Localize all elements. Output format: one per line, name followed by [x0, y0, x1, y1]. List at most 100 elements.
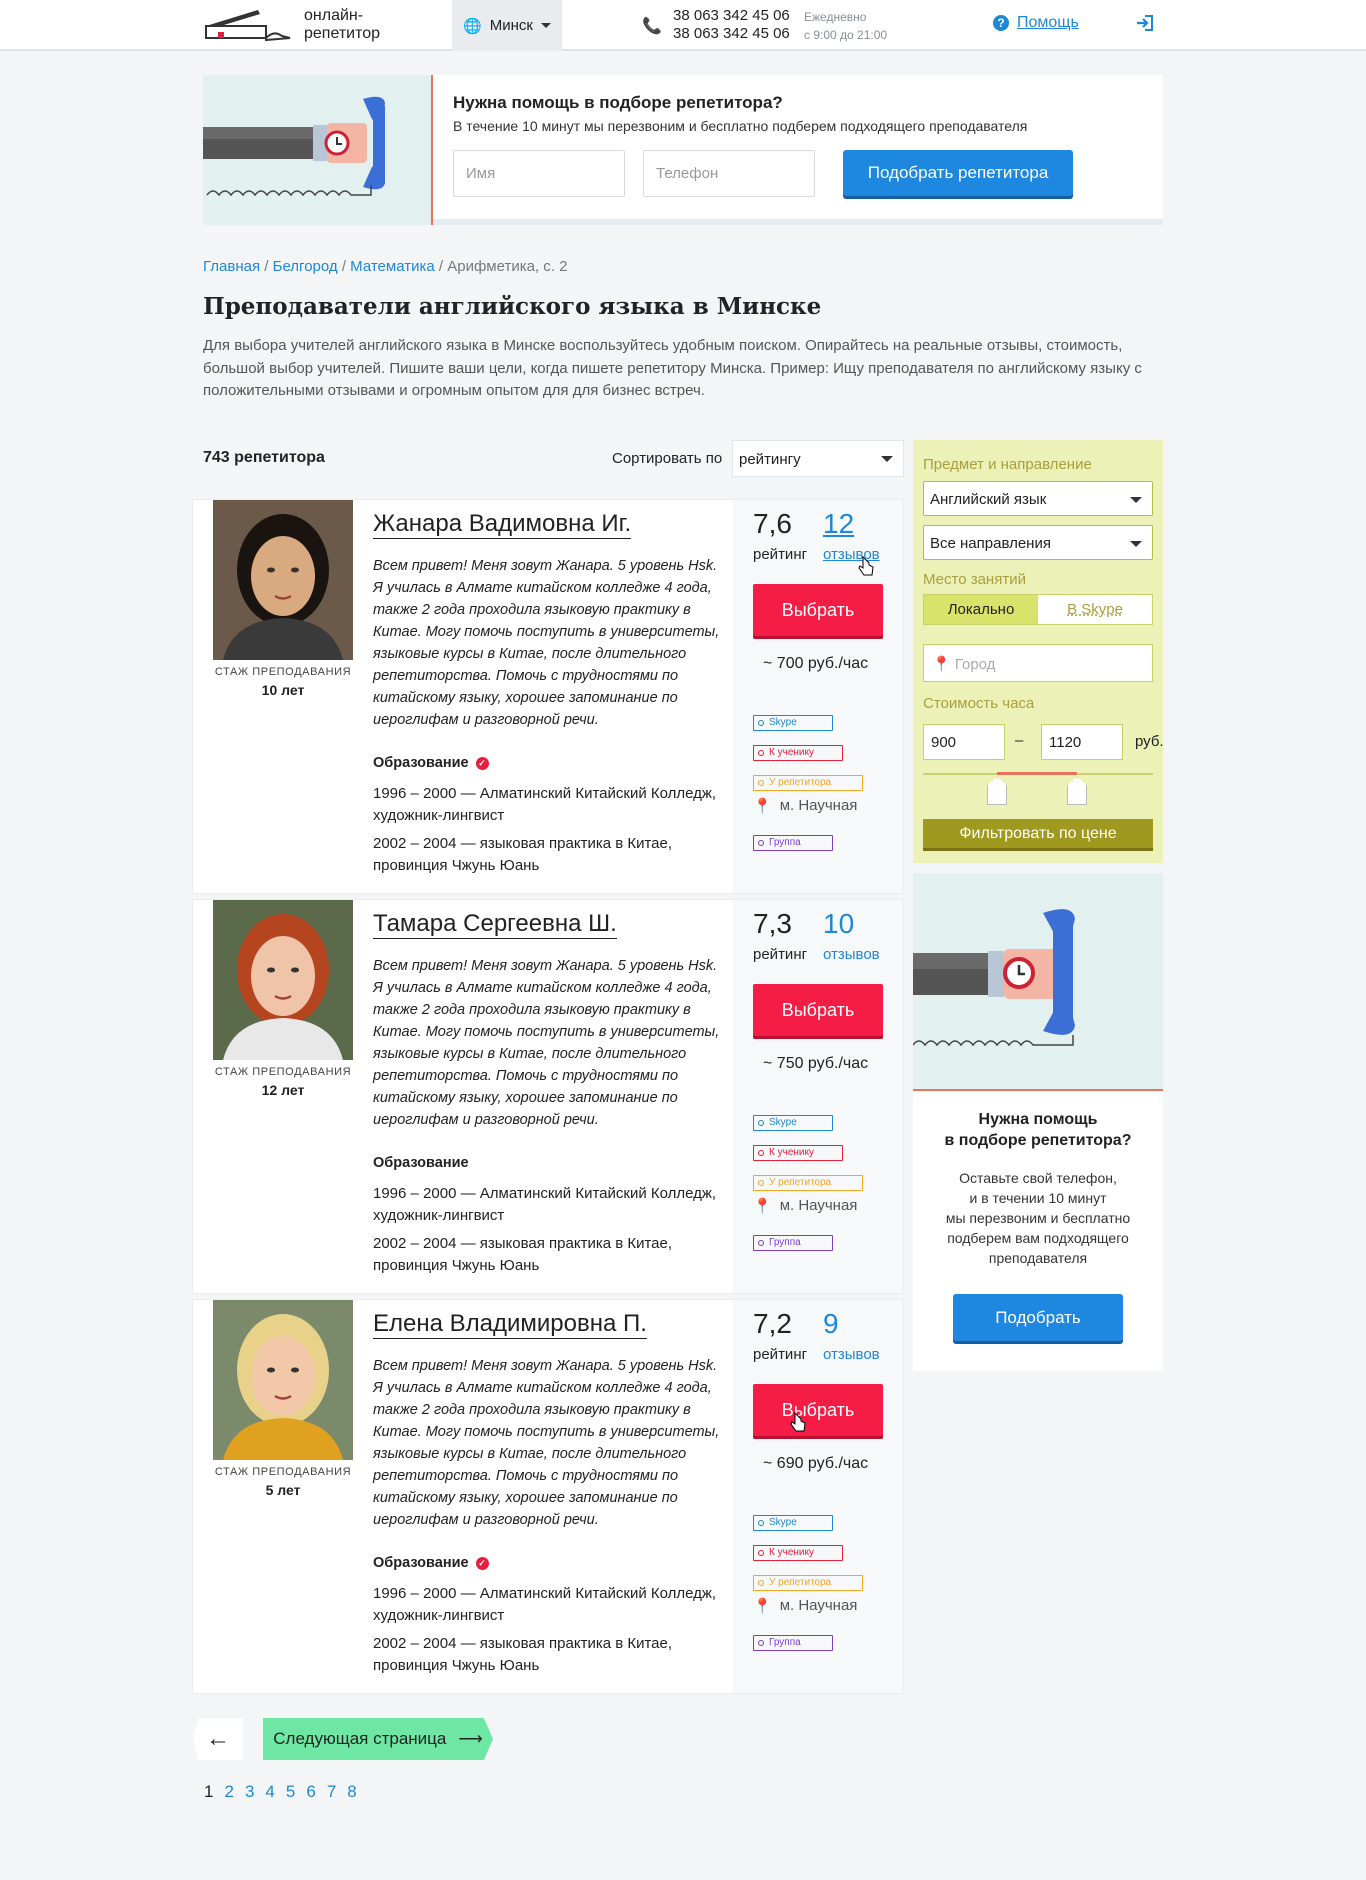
education-heading: Образование ✓ [373, 1555, 489, 1571]
tutor-card: СТАЖ ПРЕПОДАВАНИЯ 12 лет Тамара Сергеевн… [192, 899, 904, 1294]
city-selector[interactable]: 🌐 Минск [452, 0, 562, 51]
experience-label: СТАЖ ПРЕПОДАВАНИЯ [214, 666, 352, 678]
promo-callback-banner: Нужна помощь в подборе репетитора? В теч… [203, 75, 1163, 225]
education-heading: Образование [373, 1155, 469, 1171]
next-page-button[interactable]: Следующая страница ⟶ [263, 1718, 493, 1760]
phone-numbers[interactable]: 38 063 342 45 06 38 063 342 45 06 [673, 7, 790, 43]
tag-to-student: К ученику [753, 1145, 843, 1161]
sort-select[interactable]: рейтингу [732, 440, 904, 477]
choose-tutor-button[interactable]: Выбрать [753, 584, 883, 636]
tutor-name-link[interactable]: Елена Владимировна П. [373, 1310, 647, 1339]
page-title: Преподаватели английского языка в Минске [203, 293, 822, 320]
tag-skype: Skype [753, 715, 833, 731]
price-slider-handle-max[interactable] [1067, 777, 1087, 805]
phone-number[interactable]: 38 063 342 45 06 [673, 7, 790, 25]
price-from-input[interactable]: 900 [923, 724, 1005, 760]
top-header: онлайн- репетитор 🌐 Минск 📞 38 063 342 4… [0, 0, 1366, 51]
sort-label: Сортировать по [612, 450, 723, 467]
page-link[interactable]: 3 [245, 1782, 254, 1802]
tutor-card: СТАЖ ПРЕПОДАВАНИЯ 5 лет Елена Владимиров… [192, 1299, 904, 1694]
direction-value: Все направления [930, 535, 1051, 552]
place-local-option[interactable]: Локально [924, 595, 1038, 624]
education-item: 2002 – 2004 — языковая практика в Китае,… [373, 835, 673, 874]
hours-line: с 9:00 до 21:00 [804, 28, 888, 42]
filter-panel: Предмет и направление Английский язык Вс… [913, 440, 1164, 863]
rating-value: 7,2 [753, 1308, 792, 1339]
globe-icon: 🌐 [463, 17, 482, 35]
pin-icon: 📍 [753, 1598, 772, 1615]
page-link[interactable]: 8 [347, 1782, 356, 1802]
price-slider-range [997, 772, 1077, 775]
experience-label: СТАЖ ПРЕПОДАВАНИЯ [214, 1066, 352, 1078]
page-link[interactable]: 5 [286, 1782, 295, 1802]
tutor-card: СТАЖ ПРЕПОДАВАНИЯ 10 лет Жанара Вадимовн… [192, 499, 904, 894]
breadcrumb-current: Арифметика, с. 2 [447, 258, 568, 275]
place-skype-option[interactable]: В Skype [1038, 595, 1152, 624]
experience-label: СТАЖ ПРЕПОДАВАНИЯ [214, 1466, 352, 1478]
name-input[interactable]: Имя [453, 150, 625, 197]
experience-value: 5 лет [265, 1482, 301, 1498]
city-label: Минск [489, 17, 533, 34]
site-logo[interactable]: онлайн- репетитор [204, 6, 380, 44]
find-tutor-button[interactable]: Подобрать репетитора [843, 150, 1073, 196]
price-per-hour: ~ 750 руб./час [763, 1055, 869, 1072]
direction-select[interactable]: Все направления [923, 525, 1153, 560]
page-current: 1 [204, 1782, 214, 1801]
filter-price-button[interactable]: Фильтровать по цене [923, 819, 1153, 848]
help-link[interactable]: ? Помощь [993, 14, 1079, 32]
breadcrumb: Главная / Белгород / Математика / Арифме… [203, 258, 568, 275]
breadcrumb-link[interactable]: Белгород [273, 258, 338, 275]
reviews-label-link[interactable]: отзывов [823, 1346, 880, 1363]
price-dash: – [1015, 732, 1024, 749]
choose-tutor-button[interactable]: Выбрать [753, 1384, 883, 1436]
reviews-count-link[interactable]: 12 [823, 508, 854, 540]
tutor-about: Всем привет! Меня зовут Жанара. 5 уровен… [373, 1358, 720, 1528]
price-to-input[interactable]: 1120 [1041, 724, 1123, 760]
tutor-count: 743 репетитора [203, 449, 325, 466]
tutor-name-link[interactable]: Тамара Сергеевна Ш. [373, 910, 617, 939]
help-pick-button[interactable]: Подобрать [953, 1294, 1123, 1341]
reviews-label-link[interactable]: отзывов [823, 946, 880, 963]
tutor-photo[interactable] [213, 1300, 353, 1460]
reviews-count-link[interactable]: 10 [823, 908, 854, 940]
tutor-name-link[interactable]: Жанара Вадимовна Иг. [373, 510, 632, 539]
chevron-down-icon [1130, 541, 1142, 547]
breadcrumb-link[interactable]: Математика [350, 258, 435, 275]
verified-check-icon: ✓ [475, 1556, 489, 1570]
tutor-photo[interactable] [213, 500, 353, 660]
chevron-down-icon [1130, 497, 1142, 503]
page-link[interactable]: 4 [265, 1782, 274, 1802]
pin-icon: 📍 [753, 798, 772, 815]
tutor-photo[interactable] [213, 900, 353, 1060]
tag-at-tutor: У репетитора [753, 1175, 863, 1191]
logo-icon [205, 10, 291, 42]
tag-skype: Skype [753, 1115, 833, 1131]
prev-page-button[interactable]: ← [193, 1718, 243, 1760]
price-label: Стоимость часа [923, 695, 1035, 712]
education-heading: Образование ✓ [373, 755, 489, 771]
phone-input[interactable]: Телефон [643, 150, 815, 197]
breadcrumb-link[interactable]: Главная [203, 258, 260, 275]
city-input[interactable]: 📍 Город [923, 644, 1153, 682]
tag-group: Группа [753, 1235, 833, 1251]
education-title: Образование [373, 1555, 469, 1571]
price-slider-handle-min[interactable] [987, 777, 1007, 805]
reviews-count-link[interactable]: 9 [823, 1308, 839, 1340]
subject-select[interactable]: Английский язык [923, 481, 1153, 516]
tutor-about: Всем привет! Меня зовут Жанара. 5 уровен… [373, 558, 720, 728]
promo-text: В течение 10 минут мы перезвоним и беспл… [453, 118, 1028, 134]
page-link[interactable]: 6 [306, 1782, 315, 1802]
phone-number[interactable]: 38 063 342 45 06 [673, 25, 790, 43]
page-link[interactable]: 7 [327, 1782, 336, 1802]
pin-icon: 📍 [932, 656, 951, 673]
education-item: 1996 – 2000 — Алматинский Китайский Колл… [373, 785, 717, 824]
login-icon[interactable] [1136, 14, 1154, 37]
help-link-text[interactable]: Помощь [1017, 14, 1079, 32]
hand-cursor-icon [790, 1412, 806, 1432]
choose-tutor-button[interactable]: Выбрать [753, 984, 883, 1036]
tag-skype: Skype [753, 1515, 833, 1531]
page-link[interactable]: 2 [224, 1782, 233, 1802]
city-placeholder: Город [954, 656, 996, 673]
currency-label: руб. [1135, 733, 1164, 750]
education-item: 2002 – 2004 — языковая практика в Китае,… [373, 1235, 673, 1274]
